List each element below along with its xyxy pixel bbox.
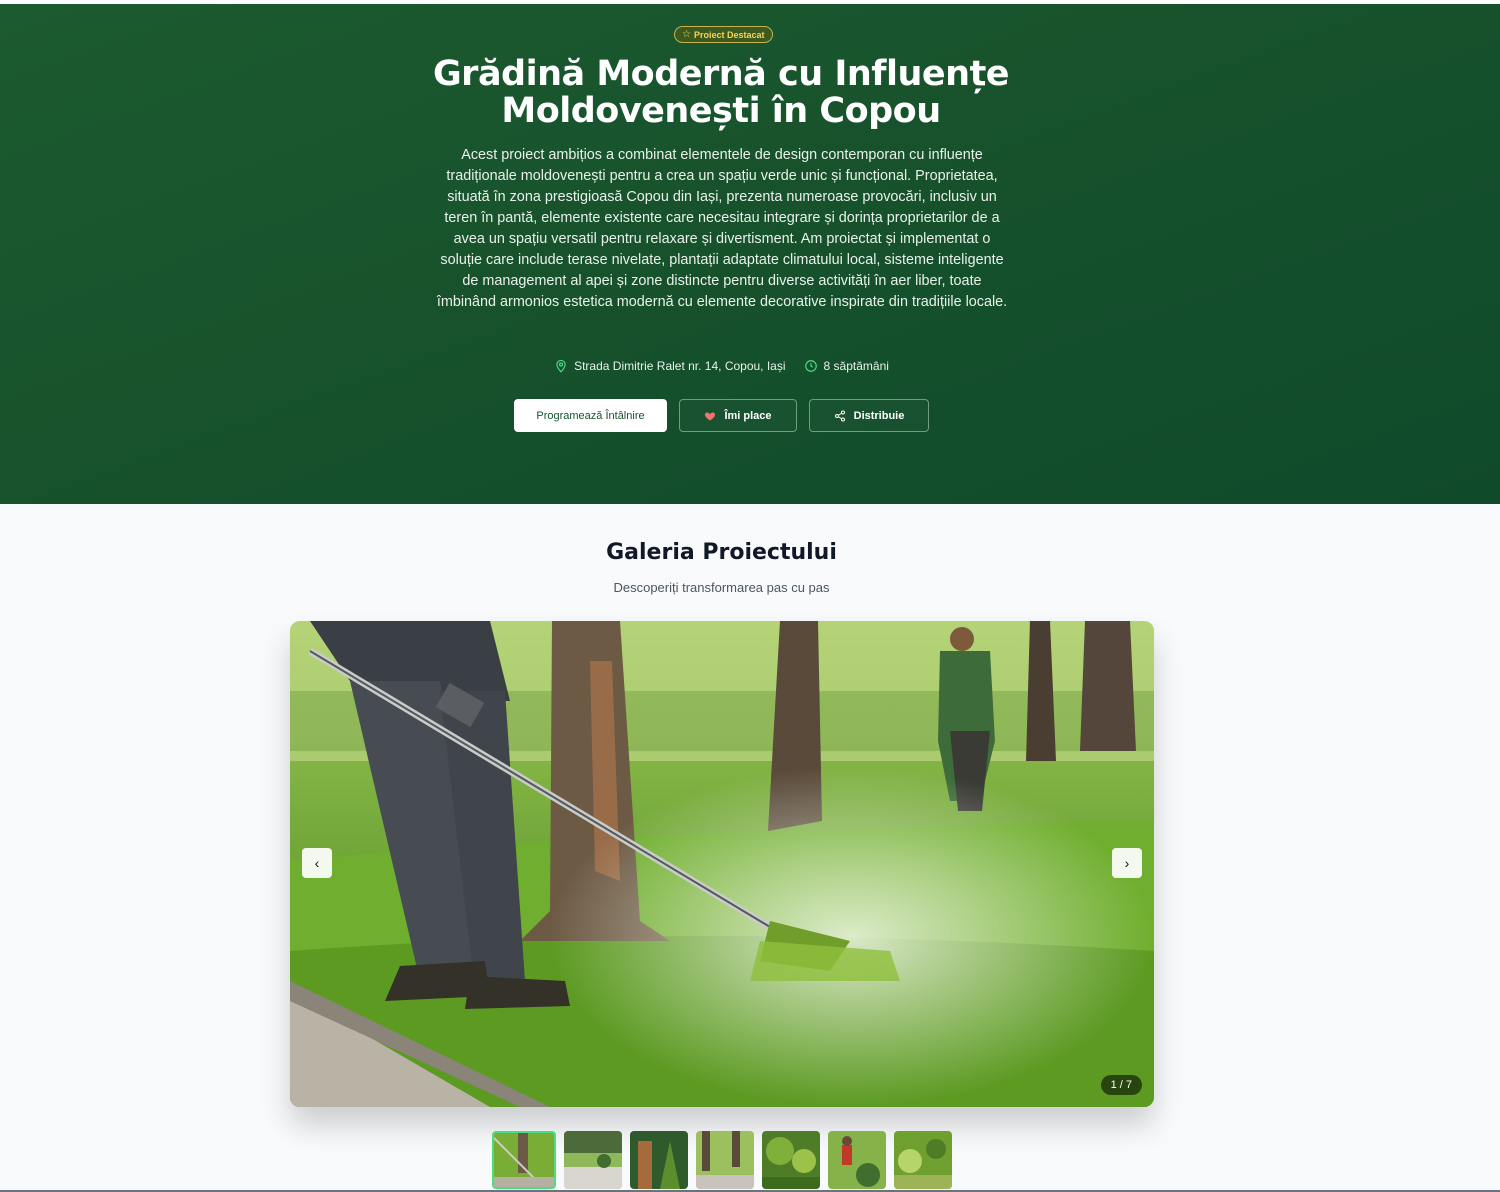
like-button[interactable]: Îmi place xyxy=(679,399,797,432)
thumbnail-2[interactable] xyxy=(564,1131,622,1189)
thumbnail-5[interactable] xyxy=(762,1131,820,1189)
share-icon xyxy=(834,410,845,421)
featured-badge: ☆ Proiect Destacat xyxy=(674,26,773,43)
page-title: Grădină Modernă cu Influențe Moldoveneșt… xyxy=(432,54,1010,131)
thumbnail-6[interactable] xyxy=(828,1131,886,1189)
schedule-meeting-button[interactable]: Programează Întâlnire xyxy=(514,399,667,432)
gallery-title: Galeria Proiectului xyxy=(606,540,837,565)
gallery-next-button[interactable]: › xyxy=(1112,848,1142,878)
map-pin-icon xyxy=(556,359,566,373)
location-info: Strada Dimitrie Ralet nr. 14, Copou, Iaș… xyxy=(554,359,786,373)
thumbnail-7[interactable] xyxy=(894,1131,952,1189)
duration-info: 8 săptămâni xyxy=(804,359,889,373)
gallery-prev-button[interactable]: ‹ xyxy=(302,848,332,878)
gallery-main-image xyxy=(290,621,1154,1107)
chevron-left-icon: ‹ xyxy=(314,855,320,871)
share-button[interactable]: Distribuie xyxy=(809,399,929,432)
project-description: Acest proiect ambițios a combinat elemen… xyxy=(436,147,1008,310)
share-label: Distribuie xyxy=(853,409,905,422)
like-label: Îmi place xyxy=(724,409,772,422)
chevron-right-icon: › xyxy=(1124,855,1130,871)
hero-actions: Programează Întâlnire Îmi place Distribu… xyxy=(514,399,929,432)
thumbnail-3[interactable] xyxy=(630,1131,688,1189)
thumbnail-1[interactable] xyxy=(492,1131,556,1189)
gallery-subtitle: Descoperiți transformarea pas cu pas xyxy=(613,580,830,595)
star-icon: ☆ xyxy=(682,28,691,40)
location-text: Strada Dimitrie Ralet nr. 14, Copou, Iaș… xyxy=(574,359,786,373)
gallery-viewer: ‹ › 1 / 7 xyxy=(290,621,1154,1107)
heart-icon xyxy=(705,412,716,420)
gallery-counter: 1 / 7 xyxy=(1100,1075,1142,1095)
duration-text: 8 săptămâni xyxy=(823,359,889,373)
featured-badge-label: Proiect Destacat xyxy=(693,29,765,40)
clock-icon xyxy=(804,360,817,372)
schedule-meeting-label: Programează Întâlnire xyxy=(536,409,645,422)
gallery-thumbnails xyxy=(492,1131,952,1189)
project-meta: Strada Dimitrie Ralet nr. 14, Copou, Iaș… xyxy=(0,359,1443,373)
hero-section: ☆ Proiect Destacat Grădină Modernă cu In… xyxy=(0,4,1500,504)
thumbnail-4[interactable] xyxy=(696,1131,754,1189)
